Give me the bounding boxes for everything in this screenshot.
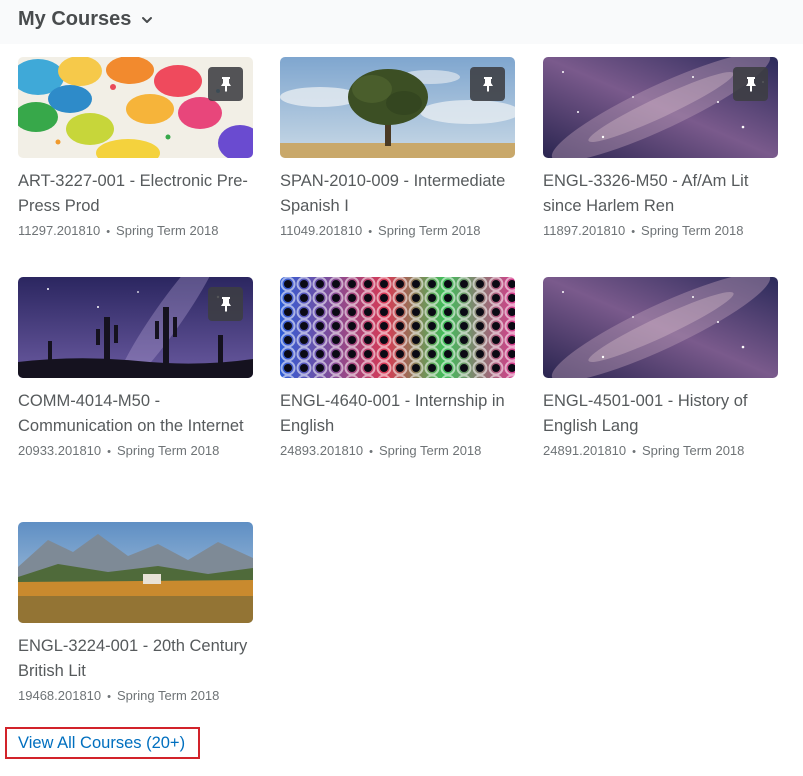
pin-button[interactable]	[208, 67, 243, 101]
pin-icon	[220, 297, 231, 312]
pin-icon	[220, 77, 231, 92]
pin-icon	[482, 77, 493, 92]
separator-dot: •	[631, 226, 636, 238]
course-term: Spring Term 2018	[642, 443, 745, 458]
course-term: Spring Term 2018	[379, 443, 482, 458]
course-code: 20933.201810	[18, 443, 102, 458]
course-image[interactable]	[18, 522, 253, 623]
course-image[interactable]	[18, 57, 253, 158]
course-title[interactable]: COMM-4014-M50 - Communication on the Int…	[18, 389, 253, 439]
course-code: 11897.201810	[543, 223, 626, 238]
course-title[interactable]: ENGL-3326-M50 - Af/Am Lit since Harlem R…	[543, 169, 778, 219]
course-meta: 20933.201810 • Spring Term 2018	[18, 441, 253, 462]
pin-button[interactable]	[733, 67, 768, 101]
separator-dot: •	[107, 446, 112, 458]
separator-dot: •	[107, 691, 112, 703]
course-card: SPAN-2010-009 - Intermediate Spanish I 1…	[280, 57, 515, 242]
course-meta: 11049.201810 • Spring Term 2018	[280, 221, 515, 242]
course-meta: 11897.201810 • Spring Term 2018	[543, 221, 778, 242]
course-code: 24893.201810	[280, 443, 364, 458]
course-term: Spring Term 2018	[117, 688, 220, 703]
course-title[interactable]: ENGL-4640-001 - Internship in English	[280, 389, 515, 439]
course-title[interactable]: ENGL-3224-001 - 20th Century British Lit	[18, 634, 253, 684]
chevron-down-icon	[142, 16, 153, 23]
course-card: ENGL-3326-M50 - Af/Am Lit since Harlem R…	[543, 57, 778, 242]
course-title[interactable]: ENGL-4501-001 - History of English Lang	[543, 389, 778, 439]
course-term: Spring Term 2018	[116, 223, 219, 238]
separator-dot: •	[368, 226, 373, 238]
course-meta: 11297.201810 • Spring Term 2018	[18, 221, 253, 242]
view-all-highlight: View All Courses (20+)	[5, 727, 200, 759]
course-term: Spring Term 2018	[117, 443, 220, 458]
course-code: 11049.201810	[280, 223, 363, 238]
pin-button[interactable]	[208, 287, 243, 321]
course-meta: 24891.201810 • Spring Term 2018	[543, 441, 778, 462]
pin-icon	[745, 77, 756, 92]
course-term: Spring Term 2018	[641, 223, 744, 238]
course-image[interactable]	[280, 277, 515, 378]
course-code: 24891.201810	[543, 443, 627, 458]
course-card: ENGL-3224-001 - 20th Century British Lit…	[18, 522, 253, 707]
course-term: Spring Term 2018	[378, 223, 481, 238]
course-meta: 19468.201810 • Spring Term 2018	[18, 686, 253, 707]
colored-straws-image	[280, 277, 515, 378]
course-image[interactable]	[280, 57, 515, 158]
course-card: ENGL-4501-001 - History of English Lang …	[543, 277, 778, 462]
course-card: ENGL-4640-001 - Internship in English 24…	[280, 277, 515, 462]
course-card: COMM-4014-M50 - Communication on the Int…	[18, 277, 253, 462]
my-courses-menu-button[interactable]: My Courses	[18, 8, 153, 31]
mountain-lake-image	[18, 522, 253, 623]
separator-dot: •	[106, 226, 111, 238]
pin-button[interactable]	[470, 67, 505, 101]
galaxy-image	[543, 277, 778, 378]
course-meta: 24893.201810 • Spring Term 2018	[280, 441, 515, 462]
course-image[interactable]	[18, 277, 253, 378]
view-all-courses-link[interactable]: View All Courses (20+)	[18, 734, 185, 753]
widget-title: My Courses	[18, 8, 132, 30]
course-code: 19468.201810	[18, 688, 102, 703]
course-image[interactable]	[543, 277, 778, 378]
separator-dot: •	[632, 446, 637, 458]
separator-dot: •	[369, 446, 374, 458]
course-title[interactable]: SPAN-2010-009 - Intermediate Spanish I	[280, 169, 515, 219]
course-card: ART-3227-001 - Electronic Pre-Press Prod…	[18, 57, 253, 242]
course-title[interactable]: ART-3227-001 - Electronic Pre-Press Prod	[18, 169, 253, 219]
course-code: 11297.201810	[18, 223, 101, 238]
course-image[interactable]	[543, 57, 778, 158]
